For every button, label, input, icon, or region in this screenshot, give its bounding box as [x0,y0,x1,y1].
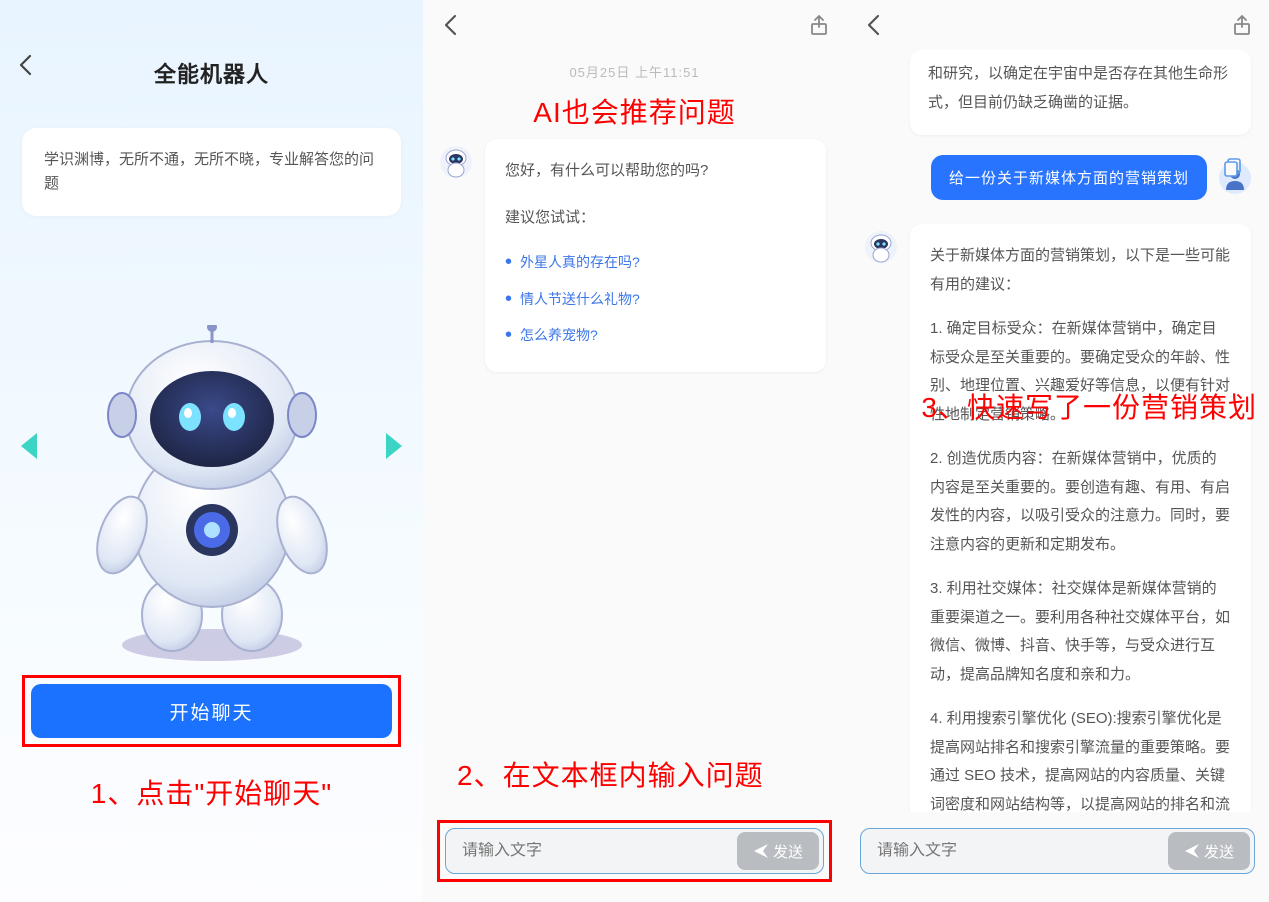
message-input[interactable] [877,842,1168,860]
greeting-text: 您好，有什么可以帮助您的吗? [505,157,806,186]
suggestion-link-1[interactable]: 情人节送什么礼物? [505,281,806,318]
response-panel: 和研究，以确定在宇宙中是否存在其他生命形式，但目前仍缺乏确凿的证据。 给一份关于… [846,0,1269,902]
input-bar-wrap: 发送 [860,820,1255,882]
annotation-recommend: AI也会推荐问题 [423,91,846,131]
send-button[interactable]: 发送 [737,832,819,870]
ai-response-point-4: 4. 利用搜索引擎优化 (SEO):搜索引擎优化是提高网站排名和搜索引擎流量的重… [930,705,1231,812]
chat-header [423,0,846,50]
annotation-step-2: 2、在文本框内输入问题 [423,754,846,794]
suggestion-link-0[interactable]: 外星人真的存在吗? [505,244,806,281]
ai-message-row: 关于新媒体方面的营销策划，以下是一些可能有用的建议： 1. 确定目标受众：在新媒… [864,224,1251,812]
share-icon[interactable] [804,10,834,40]
send-icon [753,843,769,859]
input-highlight-box: 发送 [437,820,832,882]
start-button-highlight-box: 开始聊天 [22,675,401,747]
ai-response-point-3: 3. 利用社交媒体：社交媒体是新媒体营销的重要渠道之一。要利用各种社交媒体平台，… [930,575,1231,689]
message-input[interactable] [462,842,737,860]
send-button[interactable]: 发送 [1168,832,1250,870]
page-title: 全能机器人 [154,57,269,89]
suggestion-link-2[interactable]: 怎么养宠物? [505,317,806,354]
ai-response-point-2: 2. 创造优质内容：在新媒体营销中，优质的内容是至关重要的。要创造有趣、有用、有… [930,445,1231,559]
chat-body: 和研究，以确定在宇宙中是否存在其他生命形式，但目前仍缺乏确凿的证据。 给一份关于… [846,50,1269,812]
send-label: 发送 [773,841,803,862]
annotation-step-3: 3、快速写了一份营销策划 [921,386,1257,426]
back-icon[interactable] [435,10,465,40]
robot-illustration-area [0,256,423,666]
ai-message-partial: 和研究，以确定在宇宙中是否存在其他生命形式，但目前仍缺乏确凿的证据。 [910,50,1251,135]
send-icon [1184,843,1200,859]
intro-header: 全能机器人 [0,0,423,100]
start-chat-button[interactable]: 开始聊天 [31,684,392,738]
share-icon[interactable] [1227,10,1257,40]
ai-greeting-bubble: 您好，有什么可以帮助您的吗? 建议您试试： 外星人真的存在吗? 情人节送什么礼物… [485,139,826,372]
timestamp-label: 05月25日 上午11:51 [423,62,846,81]
carousel-next-button[interactable] [379,426,411,466]
ai-response-bubble: 关于新媒体方面的营销策划，以下是一些可能有用的建议： 1. 确定目标受众：在新媒… [910,224,1251,812]
intro-panel: 全能机器人 学识渊博，无所不通，无所不晓，专业解答您的问题 [0,0,423,902]
message-input-bar: 发送 [445,828,824,874]
suggestion-panel: 05月25日 上午11:51 AI也会推荐问题 您好，有什么可以帮助您的吗? 建… [423,0,846,902]
carousel-prev-button[interactable] [12,426,44,466]
intro-description: 学识渊博，无所不通，无所不晓，专业解答您的问题 [22,128,401,216]
ai-response-intro: 关于新媒体方面的营销策划，以下是一些可能有用的建议： [930,242,1231,299]
copy-icon[interactable] [1223,156,1245,183]
ai-message-row: 您好，有什么可以帮助您的吗? 建议您试试： 外星人真的存在吗? 情人节送什么礼物… [423,131,846,372]
message-input-bar: 发送 [860,828,1255,874]
try-label: 建议您试试： [505,204,806,233]
chat-header [846,0,1269,50]
bot-avatar-icon [864,230,898,264]
user-message-row: 给一份关于新媒体方面的营销策划 [864,155,1251,200]
user-message-bubble: 给一份关于新媒体方面的营销策划 [931,155,1207,200]
robot-icon [62,325,362,665]
bot-avatar-icon [439,145,473,179]
back-icon[interactable] [858,10,888,40]
back-icon[interactable] [18,54,34,70]
send-label: 发送 [1204,841,1234,862]
annotation-step-1: 1、点击"开始聊天" [0,772,423,812]
